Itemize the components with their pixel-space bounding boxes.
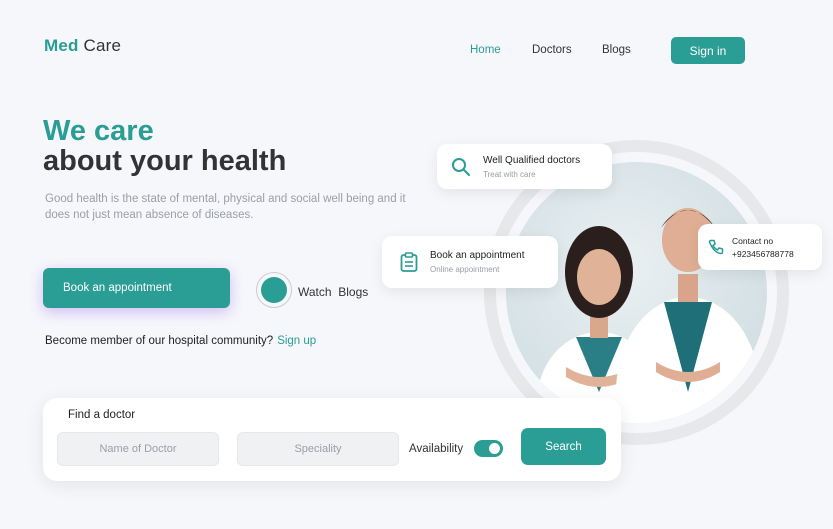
- nav-doctors[interactable]: Doctors: [532, 44, 572, 56]
- sign-up-link[interactable]: Sign up: [277, 335, 316, 347]
- sign-in-button[interactable]: Sign in: [671, 37, 745, 64]
- appointment-subtitle: Online appointment: [430, 265, 500, 274]
- toggle-knob: [489, 443, 500, 454]
- doctors-photo: [506, 162, 767, 423]
- nav-blogs[interactable]: Blogs: [602, 44, 631, 56]
- logo-care: Care: [83, 36, 122, 55]
- availability-toggle[interactable]: [474, 440, 503, 457]
- nav-home[interactable]: Home: [470, 44, 501, 56]
- qualified-doctors-card: Well Qualified doctors Treat with care: [437, 144, 612, 189]
- clipboard-icon: [400, 252, 418, 272]
- logo[interactable]: Med Care: [44, 36, 121, 56]
- doctor-name-input[interactable]: [57, 432, 219, 466]
- watch-play-button[interactable]: [256, 272, 292, 308]
- appointment-title: Book an appointment: [430, 250, 525, 261]
- search-button[interactable]: Search: [521, 428, 606, 465]
- qualified-title: Well Qualified doctors: [483, 154, 581, 166]
- doctors-illustration: [537, 208, 760, 423]
- find-doctor-label: Find a doctor: [68, 409, 136, 421]
- contact-title: Contact no: [732, 235, 774, 246]
- book-appointment-button[interactable]: Book an appointment: [43, 268, 230, 308]
- hero-description: Good health is the state of mental, phys…: [45, 193, 406, 221]
- availability-label: Availability: [409, 443, 464, 455]
- qualified-subtitle: Treat with care: [483, 169, 536, 179]
- search-icon: [451, 157, 471, 177]
- logo-med: Med: [44, 36, 79, 55]
- appointment-card: Book an appointment Online appointment: [382, 236, 558, 288]
- phone-icon: [708, 239, 724, 255]
- speciality-input[interactable]: [237, 432, 399, 466]
- watch-blogs-link[interactable]: Watch Blogs: [298, 285, 368, 299]
- hero-title-line2: about your health: [43, 145, 287, 177]
- play-icon: [261, 277, 287, 303]
- member-prompt: Become member of our hospital community?…: [45, 335, 316, 347]
- contact-number: +923456788778: [732, 248, 794, 259]
- hero-title-line1: We care: [43, 115, 154, 147]
- member-text: Become member of our hospital community?: [45, 335, 274, 347]
- contact-card: Contact no +923456788778: [698, 224, 822, 270]
